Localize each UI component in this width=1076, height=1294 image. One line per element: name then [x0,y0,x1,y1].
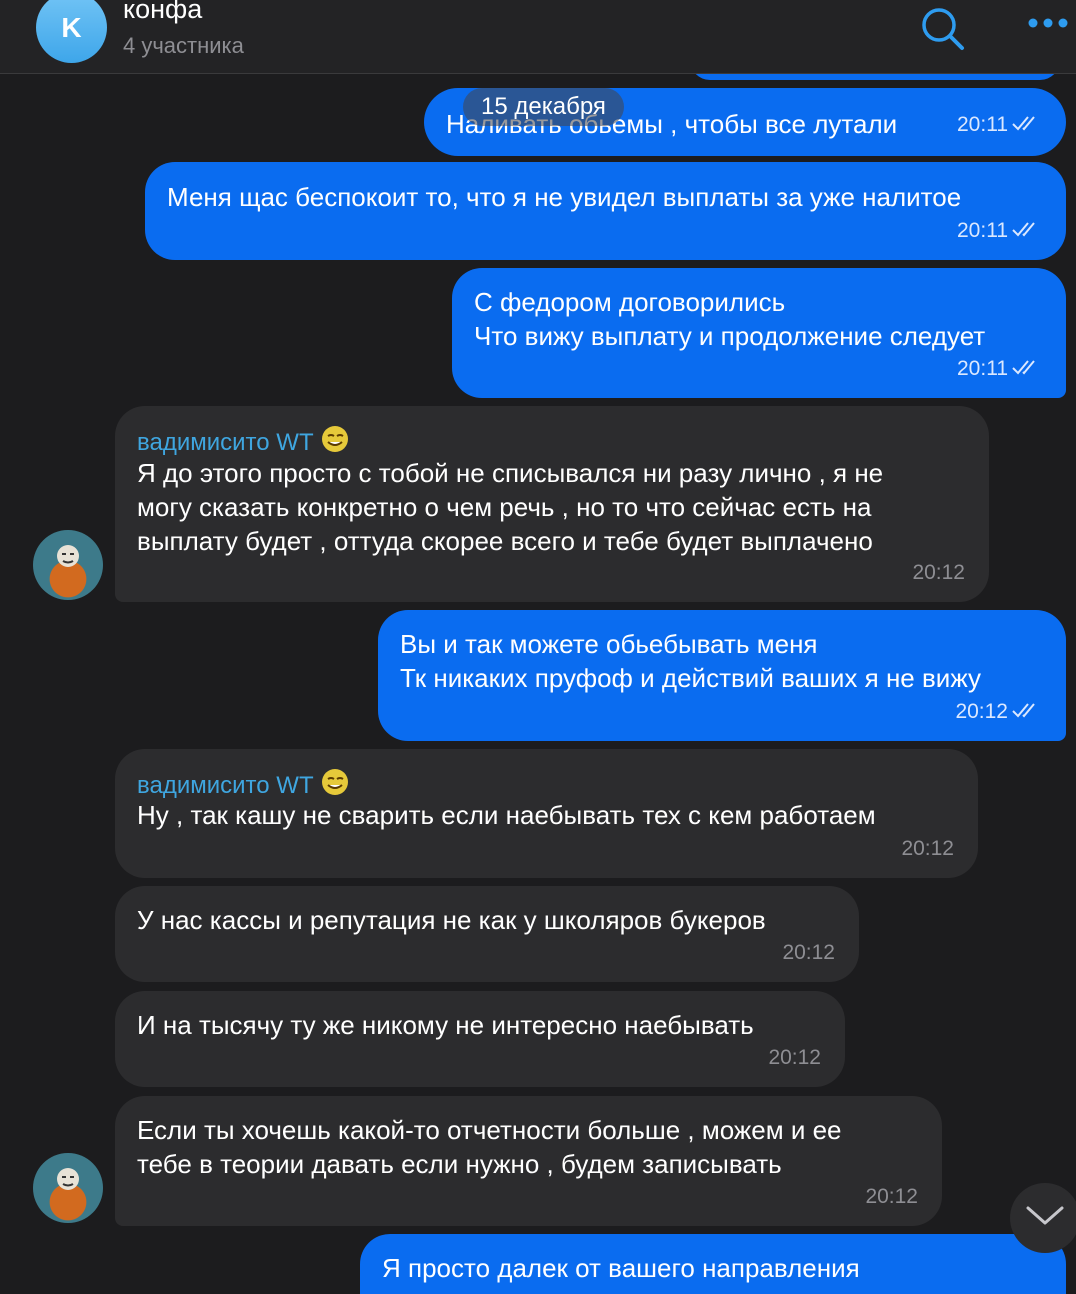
message-time: 20:12 [768,1046,821,1069]
message-text: У нас кассы и репутация не как у школяро… [137,905,766,935]
user-avatar[interactable] [33,530,103,600]
message-bubble[interactable]: И на тысячу ту же никому не интересно на… [115,991,845,1087]
chat-avatar[interactable]: K [36,0,107,63]
message-bubble[interactable]: Я просто далек от вашего направления [360,1234,1066,1294]
message-bubble[interactable]: вадимисито WT Ну , так кашу не сварить е… [115,749,978,878]
message-bubble[interactable]: Меня щас беспокоит то, что я не увидел в… [145,162,1066,260]
message-time: 20:11 [957,219,1008,242]
participant-count: 4 участника [123,33,244,58]
message-time: 20:12 [912,561,965,584]
chat-header: K конфа 4 участника [0,0,1076,74]
message-time: 20:12 [901,837,954,860]
date-separator: 15 декабря [463,88,624,126]
chat-title[interactable]: конфа [123,0,202,25]
message-bubble[interactable]: Если ты хочешь какой-то отчетности больш… [115,1096,942,1226]
message-time: 20:11 [957,357,1008,380]
scroll-down-button[interactable] [1010,1183,1076,1253]
search-icon[interactable] [920,6,966,57]
message-text: Если ты хочешь какой-то отчетности больш… [137,1115,842,1179]
message-text: Вы и так можете обьебывать меня Тк никак… [400,629,982,693]
message-text: Ну , так кашу не сварить если наебывать … [137,800,876,830]
double-check-icon [1012,695,1042,729]
message-text: Меня щас беспокоит то, что я не увидел в… [167,182,962,212]
message-bubble[interactable]: У нас кассы и репутация не как у школяро… [115,886,859,982]
message-bubble[interactable]: вадимисито WT Я до этого просто с тобой … [115,406,989,602]
more-icon[interactable] [1028,16,1068,34]
double-check-icon [1012,108,1042,142]
double-check-icon [1012,352,1042,386]
message-time: 20:12 [955,700,1008,723]
message-bubble[interactable]: С федором договорились Что вижу выплату … [452,268,1066,398]
message-bubble[interactable]: Вы и так можете обьебывать меня Тк никак… [378,610,1066,741]
message-text: Я до этого просто с тобой не списывался … [137,458,884,556]
chevron-down-icon [1025,1205,1065,1232]
message-text: И на тысячу ту же никому не интересно на… [137,1010,754,1040]
message-time: 20:12 [782,941,835,964]
message-time: 20:11 [957,113,1008,136]
message-time: 20:12 [865,1185,918,1208]
double-check-icon [1012,214,1042,248]
message-text: С федором договорились Что вижу выплату … [474,287,986,351]
user-avatar[interactable] [33,1153,103,1223]
